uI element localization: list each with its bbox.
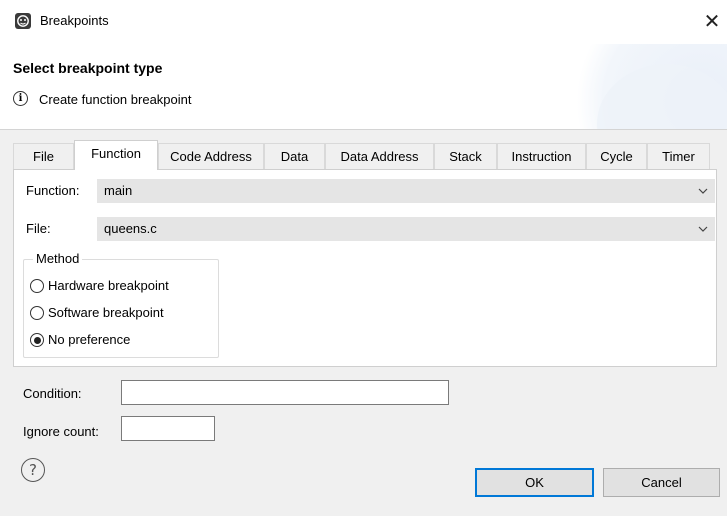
tab-data-address[interactable]: Data Address (325, 143, 434, 169)
condition-label: Condition: (23, 386, 82, 401)
hardware-breakpoint-label[interactable]: Hardware breakpoint (48, 278, 169, 293)
app-icon (14, 12, 32, 30)
software-breakpoint-radio[interactable] (30, 306, 44, 320)
no-preference-radio[interactable] (30, 333, 44, 347)
method-group-title: Method (33, 251, 83, 266)
tab-data[interactable]: Data (264, 143, 325, 169)
tab-code-address[interactable]: Code Address (158, 143, 264, 169)
tab-instruction[interactable]: Instruction (497, 143, 586, 169)
tab-function[interactable]: Function (74, 140, 158, 170)
header-message: Create function breakpoint (39, 92, 192, 107)
file-select[interactable]: queens.c (97, 217, 715, 241)
help-icon[interactable]: ? (21, 458, 45, 482)
dialog-header: Select breakpoint type i Create function… (0, 44, 727, 130)
function-select[interactable]: main (97, 179, 715, 203)
ignore-count-input[interactable] (121, 416, 215, 441)
tab-timer[interactable]: Timer (647, 143, 710, 169)
function-label: Function: (26, 183, 80, 198)
function-value: main (104, 183, 133, 198)
info-icon: i (13, 91, 28, 106)
ok-button[interactable]: OK (475, 468, 594, 497)
tab-stack[interactable]: Stack (434, 143, 497, 169)
title-bar (0, 0, 727, 44)
tab-file[interactable]: File (13, 143, 74, 169)
condition-input[interactable] (121, 380, 449, 405)
hardware-breakpoint-radio[interactable] (30, 279, 44, 293)
file-label: File: (26, 221, 51, 236)
tab-cycle[interactable]: Cycle (586, 143, 647, 169)
ignore-count-label: Ignore count: (23, 424, 99, 439)
window-title: Breakpoints (40, 13, 109, 28)
chevron-down-icon (698, 226, 708, 232)
file-value: queens.c (104, 221, 157, 236)
no-preference-label[interactable]: No preference (48, 332, 130, 347)
software-breakpoint-label[interactable]: Software breakpoint (48, 305, 164, 320)
close-icon[interactable]: ✕ (697, 7, 727, 37)
cancel-button[interactable]: Cancel (603, 468, 720, 497)
header-title: Select breakpoint type (13, 60, 163, 76)
chevron-down-icon (698, 188, 708, 194)
